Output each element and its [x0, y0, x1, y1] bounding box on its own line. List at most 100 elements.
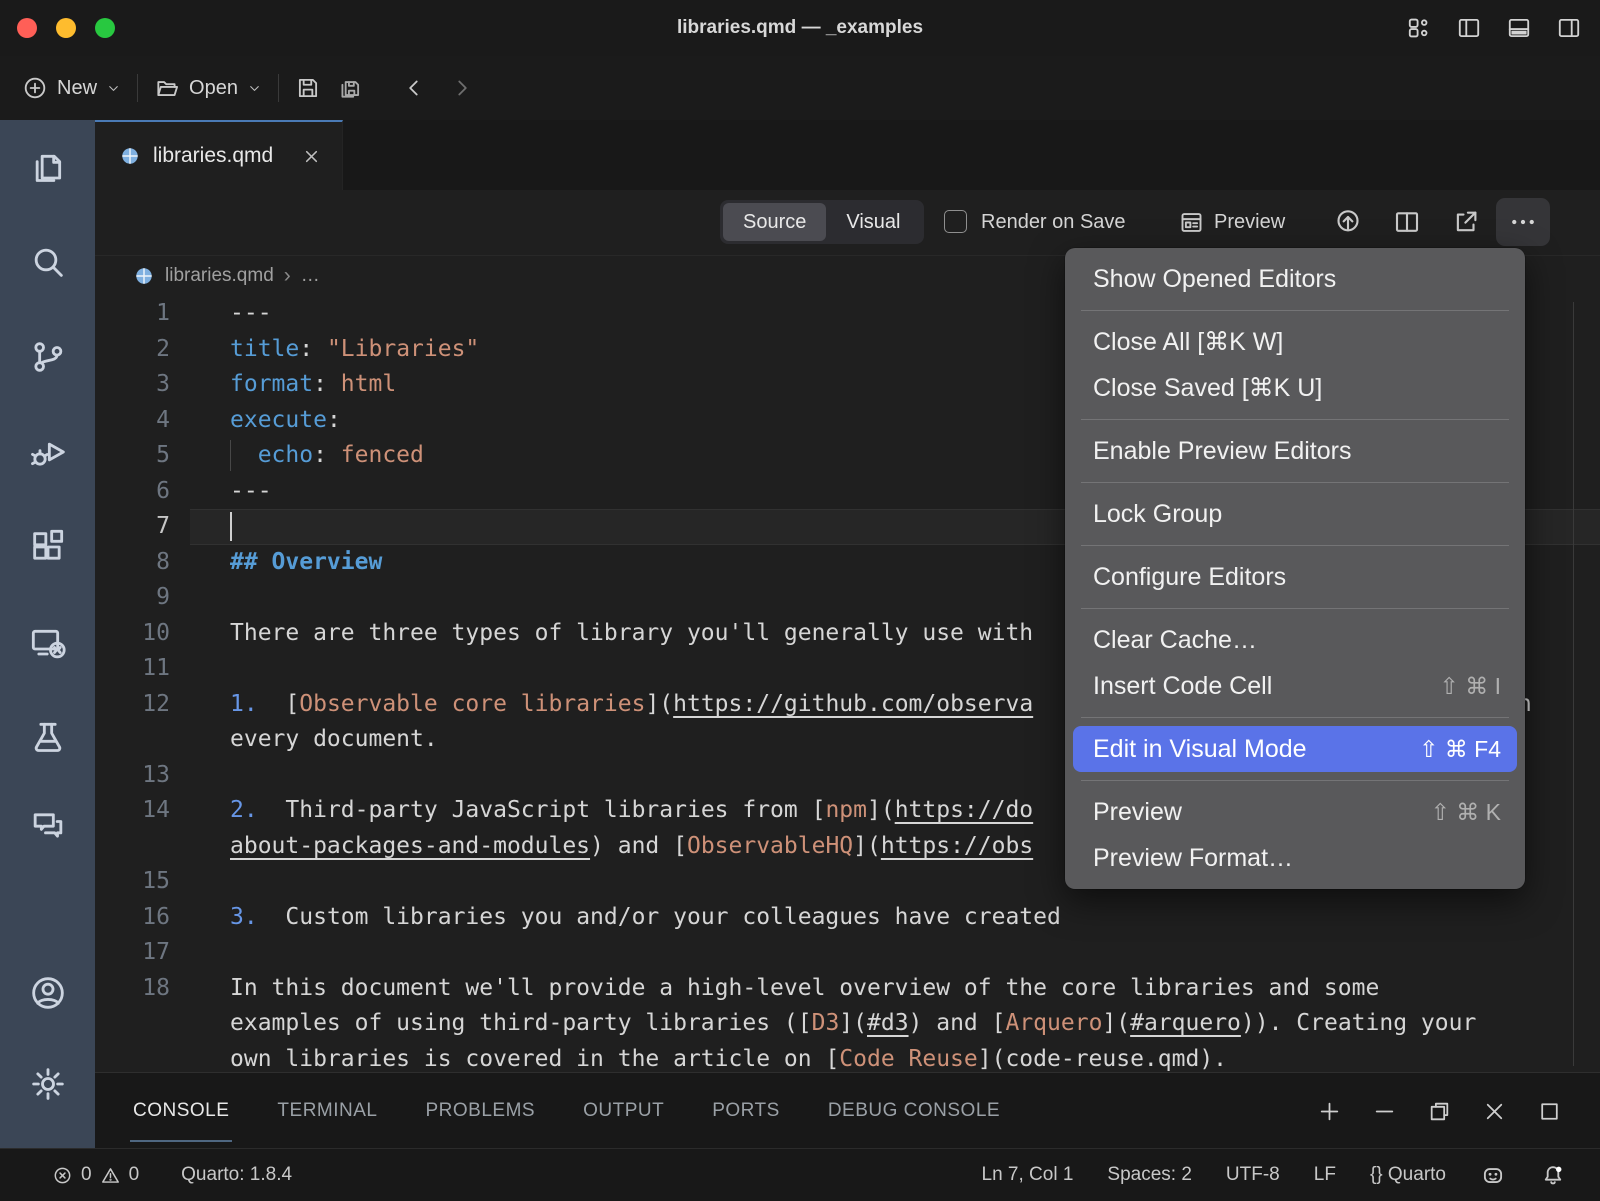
- encoding-status[interactable]: UTF-8: [1226, 1164, 1280, 1186]
- render-on-save-checkbox[interactable]: [944, 210, 967, 233]
- preview-label: Preview: [1214, 211, 1285, 234]
- menu-item-preview[interactable]: Preview⇧ ⌘ K: [1065, 789, 1525, 835]
- code-text: every document.: [230, 722, 438, 758]
- render-document-icon[interactable]: [1333, 207, 1363, 237]
- line-number: 11: [95, 651, 170, 687]
- panel-restore-icon[interactable]: [1427, 1099, 1452, 1124]
- menu-item-label: Close All [⌘K W]: [1093, 327, 1283, 357]
- plus-circle-icon: [22, 75, 48, 101]
- split-editor-icon[interactable]: [1392, 207, 1422, 237]
- cursor-position-status[interactable]: Ln 7, Col 1: [982, 1164, 1074, 1186]
- editor-actions-context-menu: Show Opened Editors Close All [⌘K W] Close…: [1065, 248, 1525, 889]
- code-text: own libraries is covered in the article …: [230, 1042, 1227, 1073]
- navigate-back-icon[interactable]: [401, 75, 427, 101]
- panel-maximize-icon[interactable]: [1537, 1099, 1562, 1124]
- source-control-icon[interactable]: [28, 337, 68, 377]
- code-text: about-packages-and-modules) and [Observa…: [230, 829, 1033, 865]
- search-icon[interactable]: [28, 242, 68, 282]
- menu-separator: [1081, 419, 1509, 420]
- open-in-new-window-icon[interactable]: [1451, 207, 1481, 237]
- code-line[interactable]: 163. Custom libraries you and/or your co…: [95, 900, 1600, 936]
- run-debug-icon[interactable]: [28, 432, 68, 472]
- language-mode-status[interactable]: {} Quarto: [1370, 1164, 1446, 1186]
- menu-item-show-opened-editors[interactable]: Show Opened Editors: [1065, 256, 1525, 302]
- toggle-primary-sidebar-icon[interactable]: [1456, 15, 1482, 41]
- save-all-icon[interactable]: [337, 75, 363, 101]
- panel-tab-terminal[interactable]: TERMINAL: [277, 1073, 377, 1149]
- error-icon: [52, 1165, 73, 1186]
- problems-status[interactable]: 0 0: [52, 1164, 139, 1186]
- chat-icon[interactable]: [28, 806, 68, 846]
- menu-item-label: Close Saved [⌘K U]: [1093, 373, 1322, 403]
- panel-tab-debug-console[interactable]: DEBUG CONSOLE: [828, 1073, 1000, 1149]
- panel-tab-problems[interactable]: PROBLEMS: [426, 1073, 536, 1149]
- toolbar-divider: [278, 74, 279, 102]
- preview-button[interactable]: Preview: [1178, 190, 1285, 255]
- indentation-status[interactable]: Spaces: 2: [1107, 1164, 1192, 1186]
- sessions-icon[interactable]: [28, 623, 68, 663]
- panel-tab-console[interactable]: CONSOLE: [133, 1073, 229, 1149]
- code-text: 3. Custom libraries you and/or your coll…: [230, 900, 1061, 936]
- panel-plus-icon[interactable]: [1317, 1099, 1342, 1124]
- line-number: 17: [95, 935, 170, 971]
- toggle-secondary-sidebar-icon[interactable]: [1556, 15, 1582, 41]
- menu-item-lock-group[interactable]: Lock Group: [1065, 491, 1525, 537]
- close-tab-icon[interactable]: [301, 146, 322, 167]
- breadcrumb-separator: ›: [284, 264, 291, 288]
- code-text: In this document we'll provide a high-le…: [230, 971, 1379, 1007]
- explorer-icon[interactable]: [28, 148, 68, 188]
- line-number: 5: [95, 438, 170, 474]
- breadcrumb-file[interactable]: libraries.qmd: [165, 265, 274, 287]
- mode-source-button[interactable]: Source: [723, 203, 826, 241]
- account-icon[interactable]: [28, 973, 68, 1013]
- customize-layout-icon[interactable]: [1406, 15, 1432, 41]
- menu-item-close-saved-k-u[interactable]: Close Saved [⌘K U]: [1065, 365, 1525, 411]
- line-number: 14: [95, 793, 170, 829]
- warning-icon: [100, 1165, 121, 1186]
- navigate-forward-icon[interactable]: [449, 75, 475, 101]
- code-line[interactable]: examples of using third-party libraries …: [95, 1006, 1600, 1042]
- open-label: Open: [189, 77, 238, 100]
- line-number: 12: [95, 687, 170, 723]
- testing-icon[interactable]: [28, 717, 68, 757]
- panel-tab-ports[interactable]: PORTS: [712, 1073, 780, 1149]
- extensions-icon[interactable]: [28, 527, 68, 567]
- code-line[interactable]: own libraries is covered in the article …: [95, 1042, 1600, 1073]
- tab-libraries-qmd[interactable]: libraries.qmd: [95, 120, 343, 190]
- panel-tab-bar: CONSOLE TERMINAL PROBLEMS OUTPUT PORTS DEBUG …: [133, 1073, 1000, 1149]
- activity-bar: [0, 120, 95, 1148]
- menu-item-close-all-k-w[interactable]: Close All [⌘K W]: [1065, 319, 1525, 365]
- menu-item-shortcut: ⇧ ⌘ K: [1431, 799, 1501, 826]
- ellipsis-icon: [1508, 207, 1538, 237]
- menu-separator: [1081, 545, 1509, 546]
- menu-item-edit-in-visual-mode[interactable]: Edit in Visual Mode⇧ ⌘ F4: [1073, 726, 1517, 772]
- mode-visual-button[interactable]: Visual: [826, 203, 920, 241]
- more-actions-button[interactable]: [1496, 198, 1550, 246]
- menu-item-preview-format[interactable]: Preview Format…: [1065, 835, 1525, 881]
- menu-item-insert-code-cell[interactable]: Insert Code Cell⇧ ⌘ I: [1065, 663, 1525, 709]
- eol-status[interactable]: LF: [1314, 1164, 1336, 1186]
- panel-close-icon[interactable]: [1482, 1099, 1507, 1124]
- quarto-version-status[interactable]: Quarto: 1.8.4: [181, 1164, 292, 1186]
- line-number: 8: [95, 545, 170, 581]
- window-title: libraries.qmd — _examples: [0, 0, 1600, 56]
- save-icon[interactable]: [295, 75, 321, 101]
- panel-minus-icon[interactable]: [1372, 1099, 1397, 1124]
- menu-item-label: Lock Group: [1093, 500, 1222, 529]
- menu-item-enable-preview-editors[interactable]: Enable Preview Editors: [1065, 428, 1525, 474]
- menu-item-configure-editors[interactable]: Configure Editors: [1065, 554, 1525, 600]
- menu-item-clear-cache[interactable]: Clear Cache…: [1065, 617, 1525, 663]
- quarto-file-icon: [133, 265, 155, 287]
- panel-tab-output[interactable]: OUTPUT: [583, 1073, 664, 1149]
- code-line[interactable]: 18In this document we'll provide a high-…: [95, 971, 1600, 1007]
- notifications-bell-icon[interactable]: [1540, 1162, 1566, 1188]
- copilot-icon[interactable]: [1480, 1162, 1506, 1188]
- toggle-panel-icon[interactable]: [1506, 15, 1532, 41]
- code-line[interactable]: 17: [95, 935, 1600, 971]
- settings-icon[interactable]: [28, 1064, 68, 1104]
- open-button[interactable]: Open: [154, 75, 262, 101]
- menu-item-label: Configure Editors: [1093, 563, 1286, 592]
- new-button[interactable]: New: [22, 75, 121, 101]
- breadcrumb-more[interactable]: …: [301, 265, 320, 287]
- editor-scrollbar-divider: [1573, 302, 1574, 1066]
